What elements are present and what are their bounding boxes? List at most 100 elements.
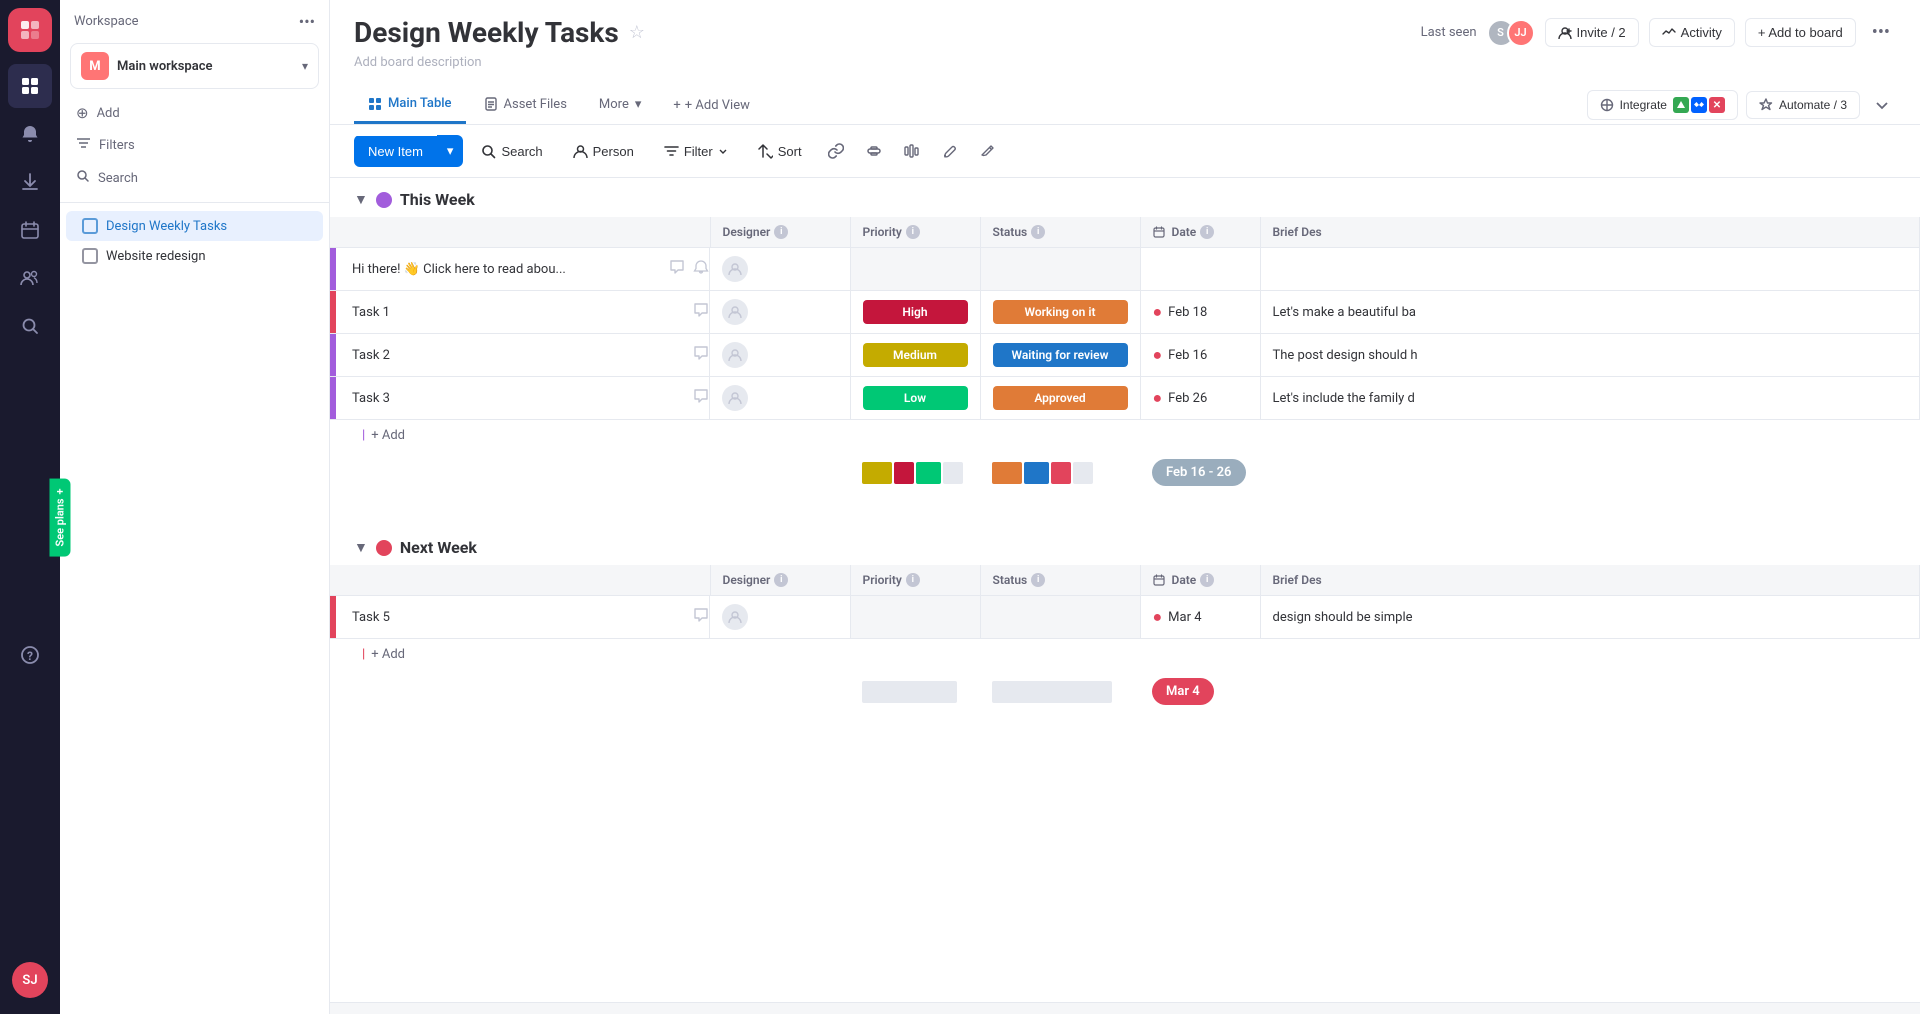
tab-more[interactable]: More ▾	[585, 87, 655, 124]
comment-icon[interactable]	[669, 259, 685, 279]
workspace-selector[interactable]: M Main workspace ▾	[70, 43, 319, 89]
edit-icon-button[interactable]	[972, 135, 1004, 167]
table-row[interactable]: Task 5	[330, 596, 1920, 639]
horizontal-scrollbar[interactable]	[330, 1002, 1920, 1014]
see-plans-tab[interactable]: See plans +	[50, 478, 71, 556]
this-week-add-row[interactable]: | + Add	[330, 420, 1920, 451]
app-logo[interactable]	[8, 8, 52, 52]
automate-button[interactable]: Automate / 3	[1746, 91, 1860, 119]
status-cell[interactable]: Approved	[980, 377, 1140, 420]
brief-cell[interactable]	[1260, 248, 1920, 291]
table-row[interactable]: Task 3	[330, 377, 1920, 420]
user-avatar[interactable]: SJ	[12, 962, 48, 998]
designer-cell[interactable]	[710, 291, 850, 334]
board-item-design-weekly[interactable]: Design Weekly Tasks	[66, 211, 323, 241]
task-name[interactable]: Task 3	[336, 391, 685, 406]
nav-people-icon[interactable]	[8, 256, 52, 300]
next-week-add-row[interactable]: | + Add	[330, 639, 1920, 670]
paint-icon-button[interactable]	[934, 135, 966, 167]
designer-cell[interactable]	[710, 248, 850, 291]
date-cell[interactable]	[1140, 248, 1260, 291]
tab-asset-files[interactable]: Asset Files	[470, 87, 581, 124]
filters-nav-item[interactable]: Filters	[60, 129, 329, 162]
search-nav-label: Search	[98, 171, 138, 186]
priority-cell[interactable]: Medium	[850, 334, 980, 377]
designer-info-icon[interactable]: i	[774, 225, 788, 239]
brief-cell[interactable]: The post design should h	[1260, 334, 1920, 377]
date-cell[interactable]: ● Feb 26	[1140, 377, 1260, 420]
table-row[interactable]: Hi there! 👋 Click here to read abou...	[330, 248, 1920, 291]
status-cell[interactable]: Waiting for review	[980, 334, 1140, 377]
search-toolbar-button[interactable]: Search	[469, 137, 554, 166]
group-collapse-icon[interactable]: ▼	[354, 191, 368, 208]
person-toolbar-button[interactable]: Person	[561, 137, 646, 166]
activity-button[interactable]: Activity	[1649, 18, 1735, 47]
chain-icon-button[interactable]	[858, 135, 890, 167]
nav-help-icon[interactable]: ?	[8, 633, 52, 677]
designer-info-icon-2[interactable]: i	[774, 573, 788, 587]
nav-bell-icon[interactable]	[8, 112, 52, 156]
task-name[interactable]: Task 5	[336, 610, 685, 625]
date-cell[interactable]: ● Feb 18	[1140, 291, 1260, 334]
table-row[interactable]: Task 2	[330, 334, 1920, 377]
search-nav-item[interactable]: Search	[60, 162, 329, 194]
filter-toolbar-button[interactable]: Filter	[652, 137, 740, 166]
date-info-icon-2[interactable]: i	[1200, 573, 1214, 587]
board-item-website-redesign[interactable]: Website redesign	[66, 241, 323, 271]
priority-info-icon-2[interactable]: i	[906, 573, 920, 587]
table-row[interactable]: Task 1	[330, 291, 1920, 334]
designer-cell[interactable]	[710, 377, 850, 420]
board-description[interactable]: Add board description	[354, 55, 1896, 70]
header-more-icon[interactable]: •••	[1866, 16, 1896, 49]
add-nav-item[interactable]: ⊕ Add	[60, 97, 329, 129]
nav-calendar-icon[interactable]	[8, 208, 52, 252]
task-name[interactable]: Task 2	[336, 348, 685, 363]
date-info-icon[interactable]: i	[1200, 225, 1214, 239]
status-info-icon-2[interactable]: i	[1031, 573, 1045, 587]
link-icon-button[interactable]	[820, 135, 852, 167]
priority-cell[interactable]: High	[850, 291, 980, 334]
new-item-main-button[interactable]: New Item	[354, 136, 437, 167]
brief-cell[interactable]: Let's make a beautiful ba	[1260, 291, 1920, 334]
comment-icon[interactable]	[693, 388, 709, 408]
task-name[interactable]: Hi there! 👋 Click here to read abou...	[336, 262, 661, 277]
group-collapse-icon-2[interactable]: ▼	[354, 539, 368, 556]
comment-icon[interactable]	[693, 302, 709, 322]
date-cell[interactable]: ● Feb 16	[1140, 334, 1260, 377]
task-name[interactable]: Task 1	[336, 305, 685, 320]
designer-cell[interactable]	[710, 334, 850, 377]
priority-info-icon[interactable]: i	[906, 225, 920, 239]
status-block-empty-2	[992, 681, 1112, 703]
date-cell[interactable]: ● Mar 4	[1140, 596, 1260, 639]
priority-cell[interactable]	[850, 596, 980, 639]
status-cell[interactable]	[980, 596, 1140, 639]
nav-search-icon[interactable]	[8, 304, 52, 348]
nav-download-icon[interactable]	[8, 160, 52, 204]
add-view-button[interactable]: + + Add View	[659, 88, 763, 123]
sidebar-dots[interactable]: •••	[299, 12, 315, 31]
column-settings-button[interactable]	[896, 135, 928, 167]
bell-row-icon[interactable]	[693, 259, 709, 279]
integrate-button[interactable]: Integrate ✕	[1587, 90, 1738, 120]
brief-cell[interactable]: Let's include the family d	[1260, 377, 1920, 420]
brief-cell[interactable]: design should be simple	[1260, 596, 1920, 639]
new-item-chevron-button[interactable]: ▾	[437, 135, 464, 167]
date-value: Mar 4	[1168, 610, 1201, 625]
add-to-board-button[interactable]: + Add to board	[1745, 18, 1856, 47]
status-cell[interactable]	[980, 248, 1140, 291]
star-icon[interactable]: ☆	[629, 22, 645, 43]
new-item-button[interactable]: New Item ▾	[354, 135, 463, 167]
sort-toolbar-button[interactable]: Sort	[746, 137, 814, 166]
collapse-icon[interactable]	[1868, 91, 1896, 119]
priority-cell[interactable]: Low	[850, 377, 980, 420]
comment-icon[interactable]	[693, 345, 709, 365]
status-cell[interactable]: Working on it	[980, 291, 1140, 334]
status-info-icon[interactable]: i	[1031, 225, 1045, 239]
invite-button[interactable]: Invite / 2	[1545, 18, 1639, 47]
nav-home-icon[interactable]	[8, 64, 52, 108]
designer-cell[interactable]	[710, 596, 850, 639]
tab-main-table[interactable]: Main Table	[354, 86, 466, 124]
priority-cell[interactable]	[850, 248, 980, 291]
sort-toolbar-label: Sort	[778, 144, 802, 159]
comment-icon[interactable]	[693, 607, 709, 627]
